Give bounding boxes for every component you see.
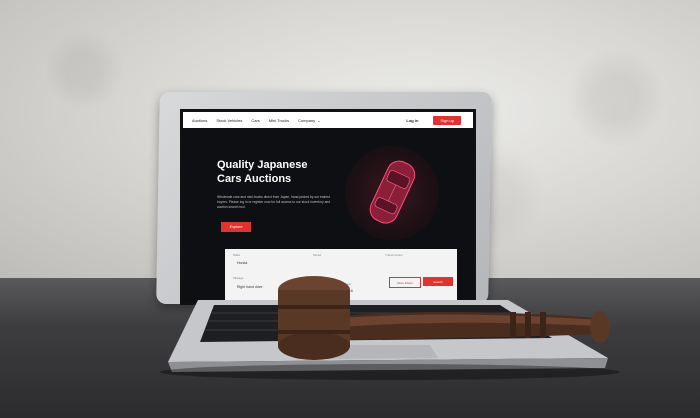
laptop-shadow <box>160 364 620 380</box>
laptop-base-and-gavel <box>160 276 620 380</box>
